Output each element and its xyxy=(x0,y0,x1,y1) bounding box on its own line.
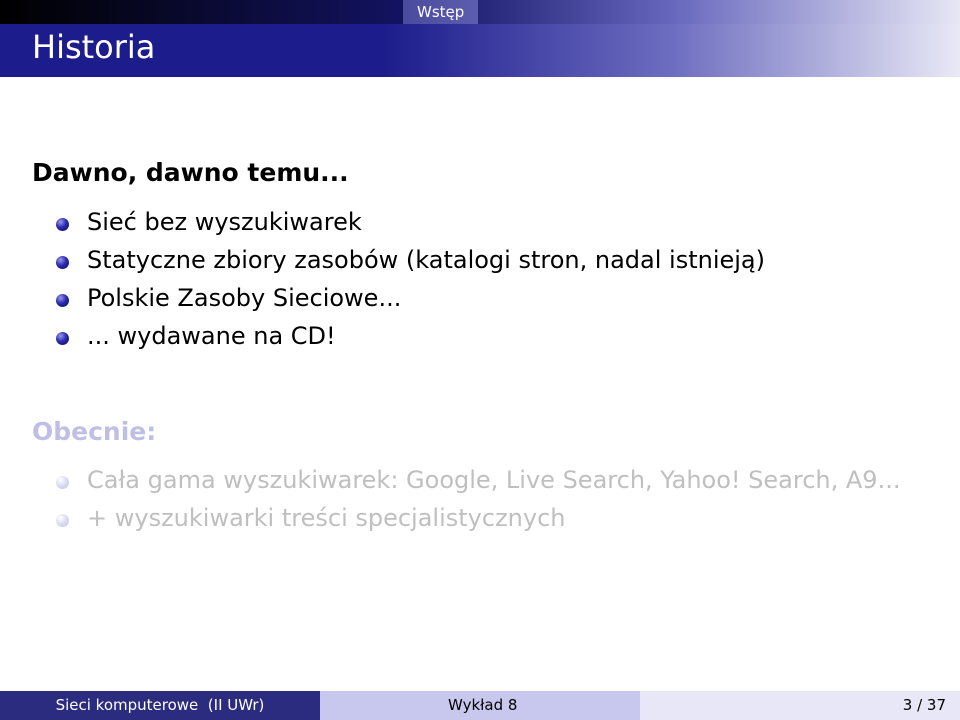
footer-course-label: Sieci komputerowe (II UWr) xyxy=(55,696,265,714)
bullet-icon xyxy=(56,294,69,307)
list-item-text: Polskie Zasoby Sieciowe... xyxy=(87,284,402,312)
footer-lecture-label: Wykład 8 xyxy=(448,696,518,714)
list-item: ... wydawane na CD! xyxy=(56,322,916,351)
footer-page: 3 / 37 xyxy=(640,691,960,720)
list-item: + wyszukiwarki treści specjalistycznych xyxy=(56,504,916,533)
list-item-text: Sieć bez wyszukiwarek xyxy=(87,208,362,236)
bullet-icon xyxy=(56,514,69,527)
bullet-icon xyxy=(56,332,69,345)
slide-header: Wstęp Historia xyxy=(0,0,960,77)
navigation-strip xyxy=(0,0,960,24)
list-item-text: ... wydawane na CD! xyxy=(87,322,336,350)
frame-title: Historia xyxy=(32,28,156,66)
past-items-list: Sieć bez wyszukiwarek Statyczne zbiory z… xyxy=(56,208,916,360)
footer-lecture[interactable]: Wykład 8 xyxy=(320,691,640,720)
list-item: Sieć bez wyszukiwarek xyxy=(56,208,916,237)
list-item-text: + wyszukiwarki treści specjalistycznych xyxy=(87,504,566,532)
bullet-icon xyxy=(56,256,69,269)
section-nav-link[interactable]: Wstęp xyxy=(403,0,479,24)
block-title-present: Obecnie: xyxy=(32,417,157,446)
bullet-icon xyxy=(56,218,69,231)
present-items-list: Cała gama wyszukiwarek: Google, Live Sea… xyxy=(56,466,916,542)
list-item-text: Cała gama wyszukiwarek: Google, Live Sea… xyxy=(87,466,901,494)
list-item: Cała gama wyszukiwarek: Google, Live Sea… xyxy=(56,466,916,495)
slide-footer: Sieci komputerowe (II UWr) Wykład 8 3 / … xyxy=(0,691,960,720)
bullet-icon xyxy=(56,476,69,489)
footer-course[interactable]: Sieci komputerowe (II UWr) xyxy=(0,691,320,720)
list-item-text: Statyczne zbiory zasobów (katalogi stron… xyxy=(87,246,765,274)
block-title-past: Dawno, dawno temu... xyxy=(32,158,349,187)
list-item: Statyczne zbiory zasobów (katalogi stron… xyxy=(56,246,916,275)
list-item: Polskie Zasoby Sieciowe... xyxy=(56,284,916,313)
page-number: 3 / 37 xyxy=(902,696,946,714)
